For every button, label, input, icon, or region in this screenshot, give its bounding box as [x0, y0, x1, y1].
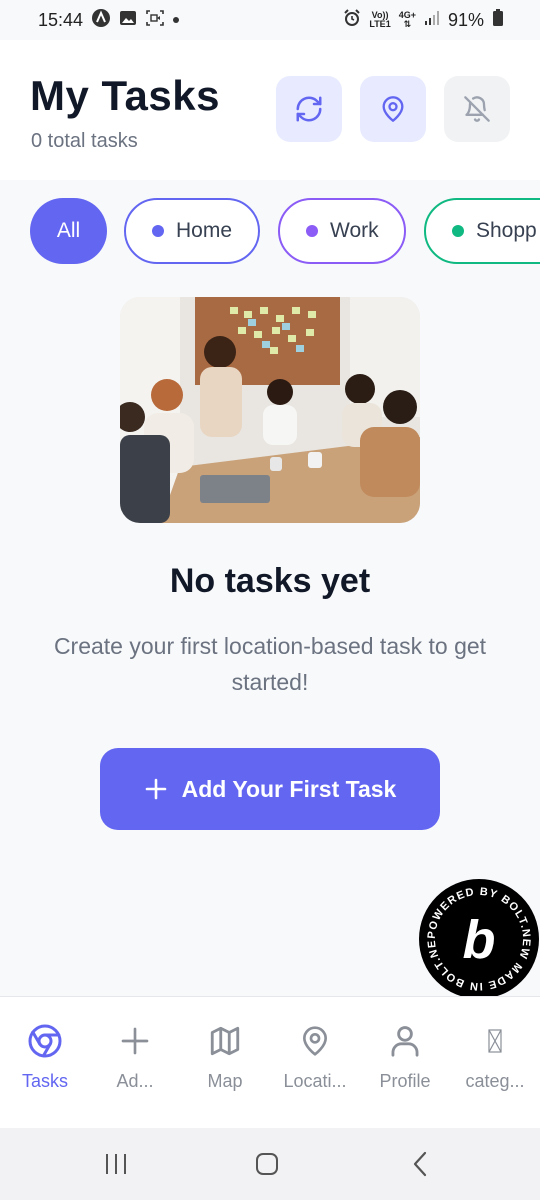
tab-locations[interactable]: Locati...: [270, 997, 360, 1129]
tab-profile[interactable]: Profile: [360, 997, 450, 1129]
tab-label: categ...: [465, 1071, 525, 1091]
refresh-icon: [296, 96, 322, 122]
back-button[interactable]: [390, 1146, 450, 1182]
network-label: 4G+: [398, 10, 416, 20]
tab-label: Tasks: [21, 1071, 68, 1091]
back-icon: [413, 1151, 427, 1177]
lte-label: LTE1: [369, 19, 391, 29]
battery-percent: 91%: [447, 9, 484, 30]
tab-label: Locati...: [283, 1071, 347, 1091]
status-time: 15:44: [38, 9, 84, 30]
screen-record-icon: [145, 9, 165, 32]
status-bar: 15:44 Vo)) LTE1 4G+ ⇅ 91%: [0, 0, 540, 40]
tab-categories[interactable]: categ...: [450, 997, 540, 1129]
task-count: 0 total tasks: [31, 130, 138, 152]
plus-icon: [145, 778, 166, 800]
more-notifications-dot: [173, 17, 180, 23]
network-type: 4G+ ⇅: [398, 10, 416, 29]
empty-state-description: Create your first location-based task to…: [53, 633, 487, 695]
filter-chip-label: Work: [330, 219, 379, 242]
home-button[interactable]: [237, 1146, 297, 1182]
bottom-tab-bar: Tasks Ad... Map Locati... Profile categ.…: [0, 996, 540, 1128]
category-color-dot: [306, 225, 318, 237]
alarm-icon: [343, 8, 361, 32]
plus-icon: [121, 1027, 149, 1055]
sync-button[interactable]: [276, 76, 342, 142]
empty-state-image: [120, 297, 420, 523]
app-header: My Tasks 0 total tasks: [0, 40, 540, 180]
location-pin-icon: [382, 96, 404, 122]
tab-label: Map: [207, 1071, 243, 1091]
map-icon: [210, 1026, 240, 1056]
location-button[interactable]: [360, 76, 426, 142]
tab-add[interactable]: Ad...: [90, 997, 180, 1129]
empty-state-title: No tasks yet: [169, 562, 371, 600]
recent-apps-button[interactable]: [86, 1146, 146, 1182]
filter-chip-label: Shopp: [476, 219, 537, 242]
tab-map[interactable]: Map: [180, 997, 270, 1129]
add-first-task-label: Add Your First Task: [181, 775, 397, 802]
user-icon: [391, 1026, 419, 1057]
tab-tasks[interactable]: Tasks: [0, 997, 90, 1129]
filter-chip-label: All: [56, 219, 81, 242]
signal-icon: [424, 10, 440, 31]
page-title: My Tasks: [30, 72, 220, 119]
home-icon: [256, 1153, 278, 1175]
location-pin-icon: [303, 1026, 327, 1056]
app-notification-icon: [91, 8, 111, 33]
category-color-dot: [152, 225, 164, 237]
tasks-icon: [28, 1024, 62, 1058]
system-navigation-bar: [0, 1128, 540, 1200]
filter-chip-home[interactable]: Home: [124, 198, 260, 264]
bolt-badge[interactable]: POWERED BY BOLT.NEW MADE IN BOLT.NEW b: [412, 869, 540, 1000]
bolt-logo-letter: b: [463, 910, 496, 970]
add-first-task-button[interactable]: Add Your First Task: [100, 748, 440, 830]
recents-icon: [106, 1154, 126, 1174]
notifications-off-button[interactable]: [444, 76, 510, 142]
gallery-icon: [119, 9, 137, 32]
tab-label: Profile: [379, 1071, 431, 1091]
volte-indicator: Vo)) LTE1: [369, 11, 390, 29]
category-filter-bar: All Home Work Shopp: [0, 198, 540, 264]
missing-glyph-icon: [488, 1029, 502, 1053]
filter-chip-shopping[interactable]: Shopp: [424, 198, 540, 264]
bell-off-icon: [464, 96, 490, 122]
tab-label: Ad...: [116, 1071, 154, 1091]
filter-chip-label: Home: [176, 219, 233, 242]
battery-icon: [492, 8, 504, 32]
filter-chip-all[interactable]: All: [30, 198, 107, 264]
filter-chip-work[interactable]: Work: [278, 198, 406, 264]
category-color-dot: [452, 225, 464, 237]
